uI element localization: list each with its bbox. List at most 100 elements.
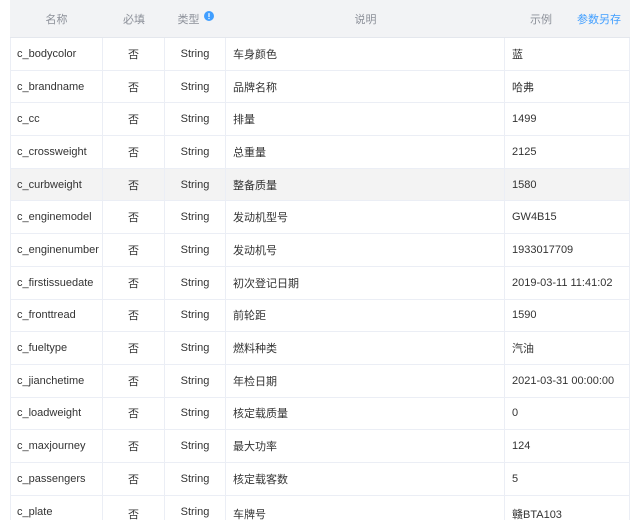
description-cell: 年检日期 <box>226 364 505 397</box>
description-cell: 排量 <box>226 103 505 136</box>
description-cell: 最大功率 <box>226 430 505 462</box>
example-cell: 1580 <box>505 168 630 201</box>
type-cell: String <box>165 234 226 266</box>
example-cell: 汽油 <box>505 332 630 364</box>
type-cell: String <box>165 201 226 234</box>
param-name-cell: c_enginemodel <box>10 201 103 234</box>
table-row: c_maxjourney 否 String 最大功率 124 <box>10 430 630 463</box>
type-cell: String <box>165 430 226 462</box>
example-cell: 5 <box>505 462 630 495</box>
col-header-example-label: 示例 <box>530 13 552 26</box>
required-cell: 否 <box>103 136 165 168</box>
param-name-cell: c_curbweight <box>10 168 103 201</box>
col-header-type-label: 类型 <box>177 13 200 26</box>
table-row: c_fueltype 否 String 燃料种类 汽油 <box>10 332 630 365</box>
type-cell: String <box>165 299 226 332</box>
col-header-required: 必填 <box>123 13 145 26</box>
required-cell: 否 <box>103 495 165 520</box>
required-cell: 否 <box>103 234 165 266</box>
description-cell: 燃料种类 <box>226 332 505 364</box>
example-cell: 1499 <box>505 103 630 136</box>
description-cell: 核定载质量 <box>226 397 505 430</box>
example-cell: 1933017709 <box>505 234 630 266</box>
table-row: c_loadweight 否 String 核定载质量 0 <box>10 397 630 431</box>
save-params-link[interactable]: 参数另存 <box>577 11 621 27</box>
col-header-name: 名称 <box>45 13 68 26</box>
required-cell: 否 <box>103 70 165 103</box>
example-cell: 哈弗 <box>505 70 630 103</box>
table-row: c_crossweight 否 String 总重量 2125 <box>10 136 630 169</box>
required-cell: 否 <box>103 364 165 397</box>
param-name-cell: c_fueltype <box>10 332 103 364</box>
col-header-example: 示例 参数另存 <box>505 0 630 37</box>
description-cell: 发动机号 <box>226 234 505 266</box>
table-row: c_enginemodel 否 String 发动机型号 GW4B15 <box>10 201 630 235</box>
type-cell: String <box>165 495 226 520</box>
param-name-cell: c_loadweight <box>10 397 103 430</box>
example-cell: 0 <box>505 397 630 430</box>
table-header-row: 名称 必填 类型 说明 示例 参数另存 <box>10 0 630 38</box>
required-cell: 否 <box>103 299 165 332</box>
type-cell: String <box>165 168 226 201</box>
type-cell: String <box>165 38 226 70</box>
description-cell: 品牌名称 <box>226 70 505 103</box>
description-cell: 核定载客数 <box>226 462 505 495</box>
description-cell: 前轮距 <box>226 299 505 332</box>
description-cell: 初次登记日期 <box>226 266 505 299</box>
table-body: c_bodycolor 否 String 车身颜色蓝 c_brandname 否 Strin… <box>10 38 630 520</box>
type-cell: String <box>165 397 226 430</box>
param-name-cell: c_firstissuedate <box>10 266 103 299</box>
example-cell: 1590 <box>505 299 630 332</box>
param-name-cell: c_bodycolor <box>10 38 103 70</box>
param-name-cell: c_enginenumber <box>10 234 103 266</box>
example-cell: 2125 <box>505 136 630 168</box>
param-name-cell: c_cc <box>10 103 103 136</box>
table-row: c_passengers 否 String 核定载客数 5 <box>10 462 630 496</box>
table-row: c_curbweight 否 String 整备质量 1580 <box>10 168 630 202</box>
info-icon[interactable] <box>203 10 214 21</box>
param-name-cell: c_plate <box>10 495 103 520</box>
table-row: c_jianchetime 否 String 年检日期 2021-03-31 00:00… <box>10 364 630 398</box>
col-header-description: 说明 <box>354 13 377 26</box>
required-cell: 否 <box>103 397 165 430</box>
param-name-cell: c_jianchetime <box>10 364 103 397</box>
type-cell: String <box>165 136 226 168</box>
required-cell: 否 <box>103 168 165 201</box>
table-row: c_bodycolor 否 String 车身颜色蓝 <box>10 38 630 71</box>
param-name-cell: c_maxjourney <box>10 430 103 462</box>
required-cell: 否 <box>103 462 165 495</box>
required-cell: 否 <box>103 201 165 234</box>
param-name-cell: c_passengers <box>10 462 103 495</box>
table-row: c_brandname 否 String 品牌名称 哈弗 <box>10 70 630 104</box>
description-cell: 发动机型号 <box>226 201 505 234</box>
type-cell: String <box>165 266 226 299</box>
description-cell: 整备质量 <box>226 168 505 201</box>
example-cell: 2021-03-31 00:00:00 <box>505 364 630 397</box>
table-row: c_fronttread 否 String 前轮距 1590 <box>10 299 630 333</box>
table-row: c_cc 否 String 排量 1499 <box>10 103 630 137</box>
type-cell: String <box>165 103 226 136</box>
required-cell: 否 <box>103 266 165 299</box>
description-cell: 车牌号 <box>226 495 505 520</box>
type-cell: String <box>165 462 226 495</box>
param-name-cell: c_brandname <box>10 70 103 103</box>
example-cell: 124 <box>505 430 630 462</box>
required-cell: 否 <box>103 38 165 70</box>
type-cell: String <box>165 332 226 364</box>
table-row: c_plate 否 String 车牌号 赣BTA103 <box>10 495 630 520</box>
example-cell: 2019-03-11 11:41:02 <box>505 266 630 299</box>
type-cell: String <box>165 364 226 397</box>
params-table: 名称 必填 类型 说明 示例 参数另存 c_bodycolor 否 String 车身… <box>10 0 630 520</box>
example-cell: GW4B15 <box>505 201 630 234</box>
example-cell: 赣BTA103 <box>505 495 630 520</box>
required-cell: 否 <box>103 103 165 136</box>
required-cell: 否 <box>103 332 165 364</box>
table-row: c_enginenumber 否 String 发动机号 1933017709 <box>10 234 630 267</box>
param-name-cell: c_fronttread <box>10 299 103 332</box>
description-cell: 总重量 <box>226 136 505 168</box>
params-panel: 名称 必填 类型 说明 示例 参数另存 c_bodycolor 否 String 车身… <box>0 0 640 520</box>
type-cell: String <box>165 70 226 103</box>
example-cell: 蓝 <box>505 38 630 70</box>
description-cell: 车身颜色 <box>226 38 505 70</box>
param-name-cell: c_crossweight <box>10 136 103 168</box>
